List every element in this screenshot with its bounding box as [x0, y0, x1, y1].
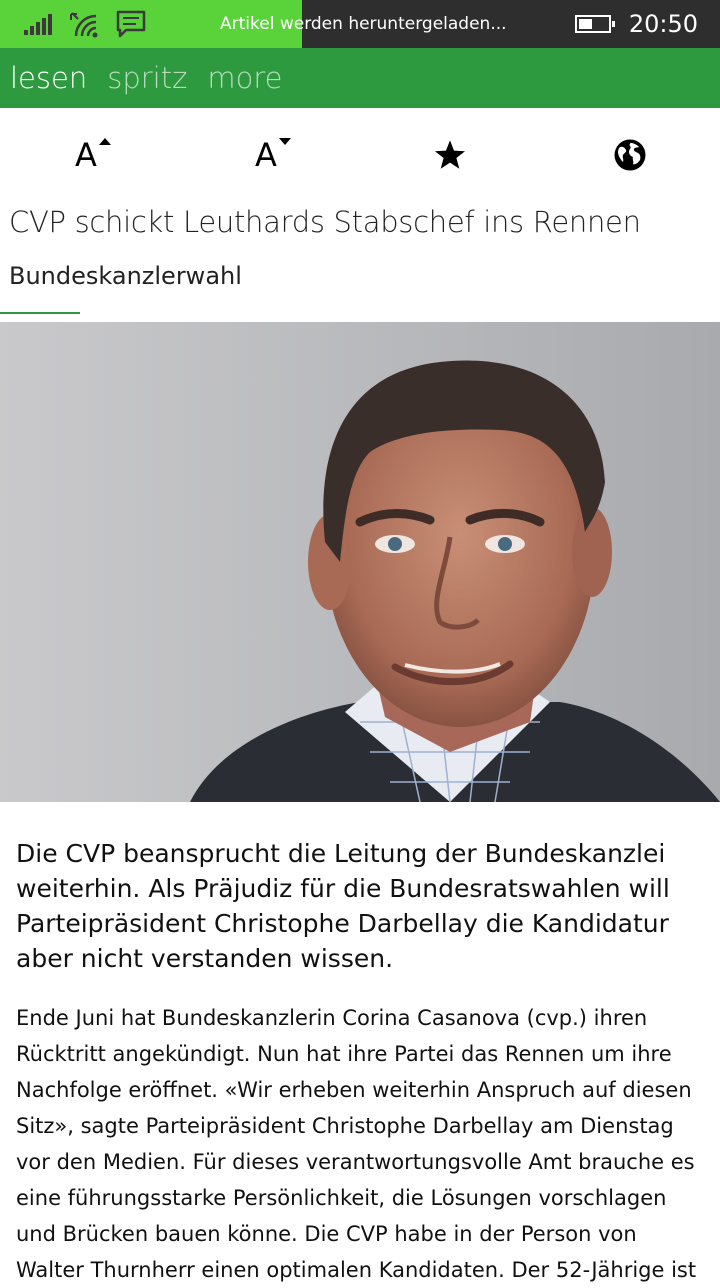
- favorite-button[interactable]: [420, 130, 480, 180]
- category-underline: [0, 312, 80, 314]
- open-in-browser-button[interactable]: [600, 130, 660, 180]
- tab-spritz[interactable]: spritz: [107, 61, 187, 95]
- download-status-message: Artikel werden heruntergeladen...: [220, 14, 507, 34]
- article-body: Ende Juni hat Bundeskanzlerin Corina Cas…: [16, 1006, 697, 1282]
- tab-more[interactable]: more: [207, 61, 282, 95]
- article-title: CVP schickt Leuthards Stabschef ins Renn…: [9, 205, 641, 239]
- app-bar: lesen spritz more: [0, 48, 720, 108]
- article-lead: Die CVP beansprucht die Leitung der Bund…: [16, 839, 670, 973]
- status-right: 20:50: [574, 0, 698, 48]
- font-increase-icon: A: [75, 136, 111, 174]
- globe-icon: [614, 139, 646, 171]
- article-category: Bundeskanzlerwahl: [9, 262, 242, 290]
- font-decrease-icon: A: [255, 136, 291, 174]
- wifi-icon: [70, 12, 98, 38]
- status-icons: [22, 8, 146, 40]
- star-icon: [434, 140, 466, 169]
- tab-lesen[interactable]: lesen: [10, 61, 87, 95]
- article-photo: [0, 322, 720, 802]
- clock: 20:50: [628, 10, 698, 38]
- signal-strength-icon: [24, 14, 52, 35]
- article-toolbar: A A: [0, 108, 720, 198]
- increase-font-button[interactable]: A: [56, 130, 116, 180]
- portrait-image: [190, 360, 720, 802]
- message-notification-icon: [116, 10, 146, 38]
- status-bar: Artikel werden heruntergeladen... 20:50: [0, 0, 720, 48]
- decrease-font-button[interactable]: A: [236, 130, 296, 180]
- battery-icon: [574, 15, 615, 33]
